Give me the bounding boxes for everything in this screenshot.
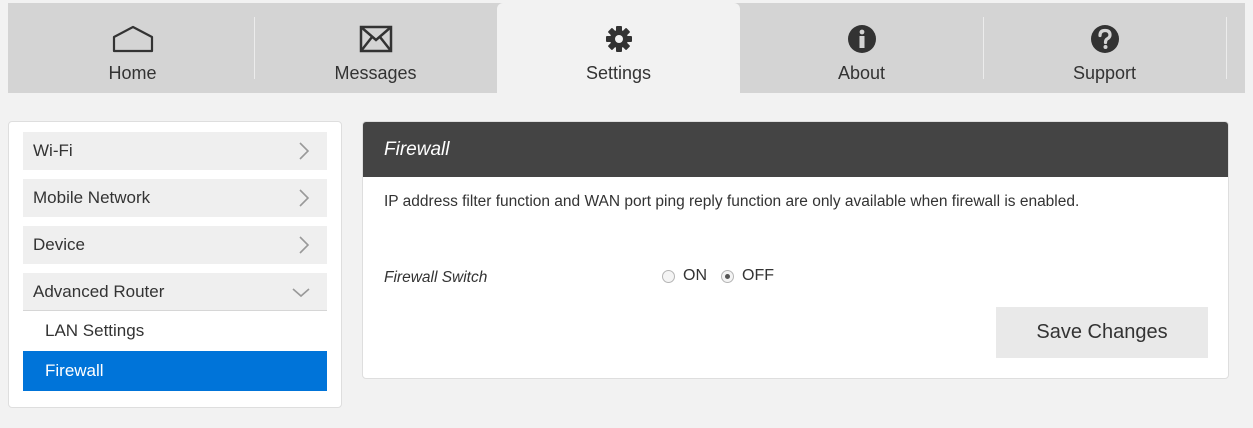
question-icon: [1090, 19, 1120, 59]
sidebar-item-label: Device: [33, 235, 85, 254]
tab-home-label: Home: [108, 63, 157, 83]
chevron-right-icon: [299, 189, 310, 207]
firewall-switch: ON OFF: [662, 267, 788, 285]
panel-description: IP address filter function and WAN port …: [384, 193, 1080, 210]
tab-messages-label: Messages: [334, 63, 417, 83]
top-nav: Home Messages Settings About Support: [0, 3, 1253, 93]
tab-settings[interactable]: Settings: [497, 3, 740, 93]
sidebar-item-mobile-network[interactable]: Mobile Network: [23, 179, 327, 217]
tab-support[interactable]: Support: [983, 3, 1226, 93]
chevron-right-icon: [299, 142, 310, 160]
panel-title: Firewall: [363, 122, 1228, 177]
nav-divider: [1226, 17, 1227, 79]
firewall-on-radio[interactable]: [662, 269, 675, 283]
sidebar-subitem-firewall[interactable]: Firewall: [23, 351, 327, 391]
home-icon: [111, 19, 155, 59]
tab-support-label: Support: [1072, 63, 1137, 83]
tab-about[interactable]: About: [740, 3, 983, 93]
info-icon: [847, 19, 877, 59]
settings-sidebar: Wi-Fi Mobile Network Device Advanced Rou…: [8, 121, 342, 408]
sidebar-subitem-lan-settings[interactable]: LAN Settings: [23, 311, 327, 351]
chevron-down-icon: [292, 287, 310, 297]
tab-about-label: About: [837, 63, 886, 83]
firewall-panel: Firewall IP address filter function and …: [362, 121, 1229, 379]
firewall-on-label: ON: [683, 267, 707, 284]
firewall-off-label: OFF: [742, 267, 774, 284]
tab-home[interactable]: Home: [11, 3, 254, 93]
firewall-off-radio[interactable]: [721, 269, 734, 283]
envelope-icon: [359, 19, 393, 59]
firewall-switch-label: Firewall Switch: [384, 269, 488, 286]
sidebar-item-label: Wi-Fi: [33, 141, 73, 160]
nav-edge-right: [1245, 3, 1253, 93]
sidebar-subitem-label: Firewall: [45, 361, 104, 380]
gear-icon: [605, 19, 633, 59]
sidebar-subitem-label: LAN Settings: [45, 321, 145, 340]
tab-messages[interactable]: Messages: [254, 3, 497, 93]
sidebar-item-label: Mobile Network: [33, 188, 151, 207]
chevron-right-icon: [299, 236, 310, 254]
sidebar-item-wifi[interactable]: Wi-Fi: [23, 132, 327, 170]
tab-settings-label: Settings: [585, 63, 652, 83]
nav-edge-left: [0, 3, 8, 93]
sidebar-item-advanced-router[interactable]: Advanced Router: [23, 273, 327, 311]
save-changes-button[interactable]: Save Changes: [996, 307, 1208, 358]
sidebar-item-device[interactable]: Device: [23, 226, 327, 264]
sidebar-item-label: Advanced Router: [33, 281, 165, 301]
